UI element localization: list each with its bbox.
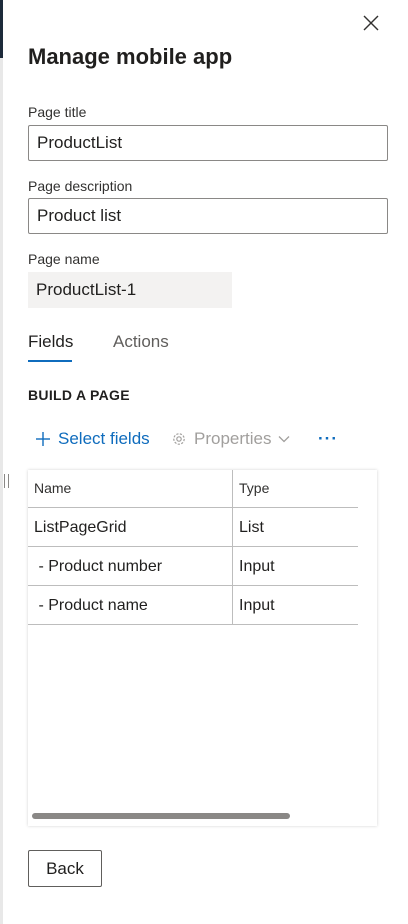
row-type-cell: Input <box>239 597 275 614</box>
manage-mobile-app-panel: Manage mobile app Page title Page descri… <box>0 0 408 924</box>
tab-actions[interactable]: Actions <box>113 332 169 352</box>
chevron-down-icon <box>279 436 290 443</box>
resize-grip[interactable] <box>4 474 9 488</box>
panel-left-edge <box>0 0 3 924</box>
close-icon <box>363 15 379 31</box>
plus-icon <box>36 432 50 446</box>
horizontal-scrollbar-thumb[interactable] <box>32 813 290 819</box>
page-title-input[interactable] <box>28 125 388 161</box>
active-tab-indicator <box>28 360 72 362</box>
table-row[interactable]: - Product name Input <box>28 587 358 625</box>
row-name-cell: - Product number <box>34 558 163 575</box>
panel-left-edge-dark <box>0 0 3 58</box>
table-row[interactable]: - Product number Input <box>28 548 358 586</box>
page-description-input[interactable] <box>28 198 388 234</box>
column-header-type[interactable]: Type <box>239 470 269 507</box>
row-type-cell: Input <box>239 558 275 575</box>
page-name-value: ProductList-1 <box>28 272 232 308</box>
close-button[interactable] <box>358 10 384 36</box>
row-type-cell: List <box>239 519 264 536</box>
select-fields-label: Select fields <box>58 429 150 448</box>
more-icon: ··· <box>318 429 338 448</box>
panel-title: Manage mobile app <box>28 44 233 69</box>
build-a-page-header: BUILD A PAGE <box>28 387 130 403</box>
more-options-button[interactable]: ··· <box>318 428 338 450</box>
table-row[interactable]: ListPageGrid List <box>28 509 358 547</box>
row-name-cell: ListPageGrid <box>34 519 127 536</box>
column-header-name[interactable]: Name <box>34 470 71 507</box>
tab-fields[interactable]: Fields <box>28 332 73 352</box>
back-button[interactable]: Back <box>28 850 102 887</box>
gear-icon <box>173 433 185 445</box>
page-name-label: Page name <box>28 251 100 267</box>
column-divider <box>232 470 233 625</box>
page-title-label: Page title <box>28 104 87 120</box>
fields-grid: Name Type ListPageGrid List - Product nu… <box>28 470 377 826</box>
properties-label: Properties <box>194 429 272 448</box>
row-name-cell: - Product name <box>34 597 148 614</box>
horizontal-scrollbar[interactable] <box>32 813 372 819</box>
grid-header-row: Name Type <box>28 470 358 508</box>
page-description-label: Page description <box>28 178 133 194</box>
properties-button[interactable]: Properties <box>170 428 291 450</box>
select-fields-button[interactable]: Select fields <box>34 428 150 450</box>
